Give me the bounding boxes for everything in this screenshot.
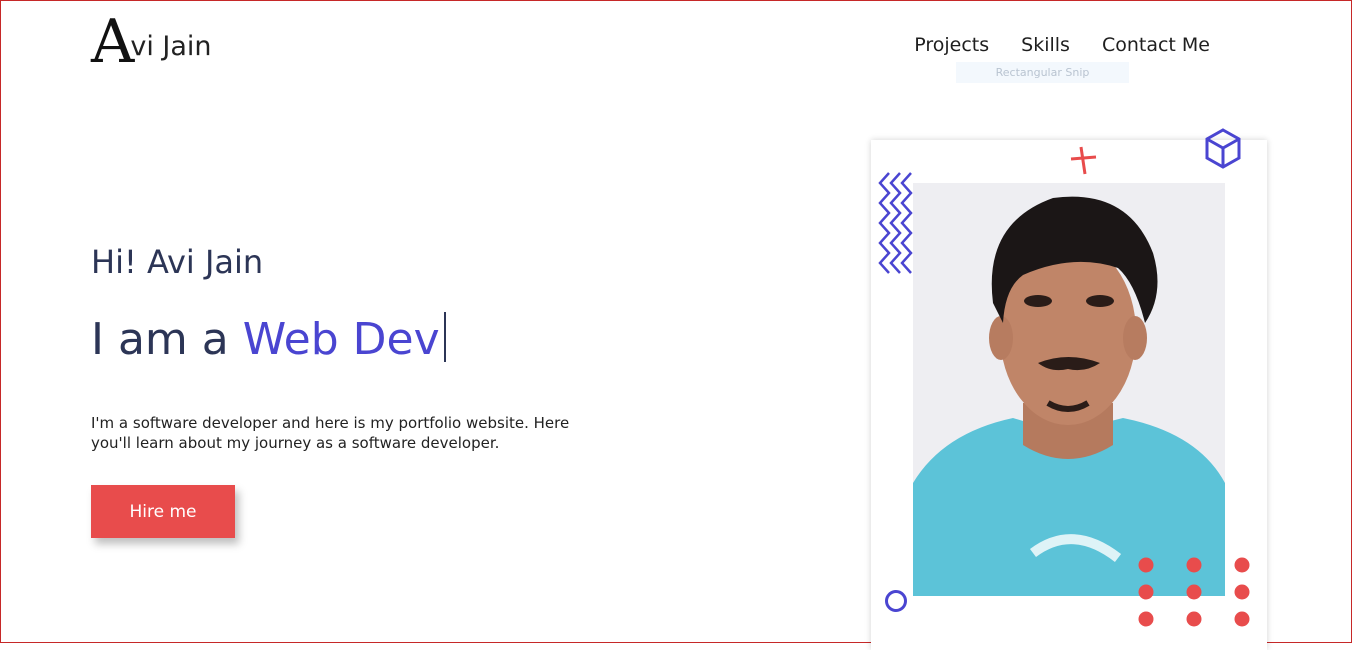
site-logo[interactable]: A vi Jain	[91, 12, 212, 72]
logo-name: vi Jain	[130, 31, 212, 62]
headline-prefix: I am a	[91, 314, 229, 365]
headline-role: Web Dev	[242, 314, 440, 365]
snip-tooltip: Rectangular Snip	[956, 62, 1129, 83]
logo-initial: A	[91, 7, 134, 77]
hero-intro: I'm a software developer and here is my …	[91, 414, 570, 452]
profile-photo-illustration	[913, 183, 1225, 596]
main-nav: Projects Skills Contact Me	[914, 34, 1210, 56]
hero-headline: I am a Web Dev	[91, 312, 446, 365]
hero-greeting: Hi! Avi Jain	[91, 243, 264, 281]
nav-link-skills[interactable]: Skills	[1021, 34, 1070, 56]
circle-icon	[885, 590, 907, 612]
zigzag-icon	[878, 172, 913, 274]
hire-me-button[interactable]: Hire me	[91, 485, 235, 538]
profile-photo	[913, 183, 1225, 596]
plus-icon	[1070, 146, 1097, 175]
nav-link-contact[interactable]: Contact Me	[1102, 34, 1210, 56]
typing-caret	[443, 312, 446, 362]
nav-link-projects[interactable]: Projects	[914, 34, 989, 56]
dots-grid-icon	[1138, 557, 1250, 627]
cube-icon	[1205, 128, 1241, 169]
